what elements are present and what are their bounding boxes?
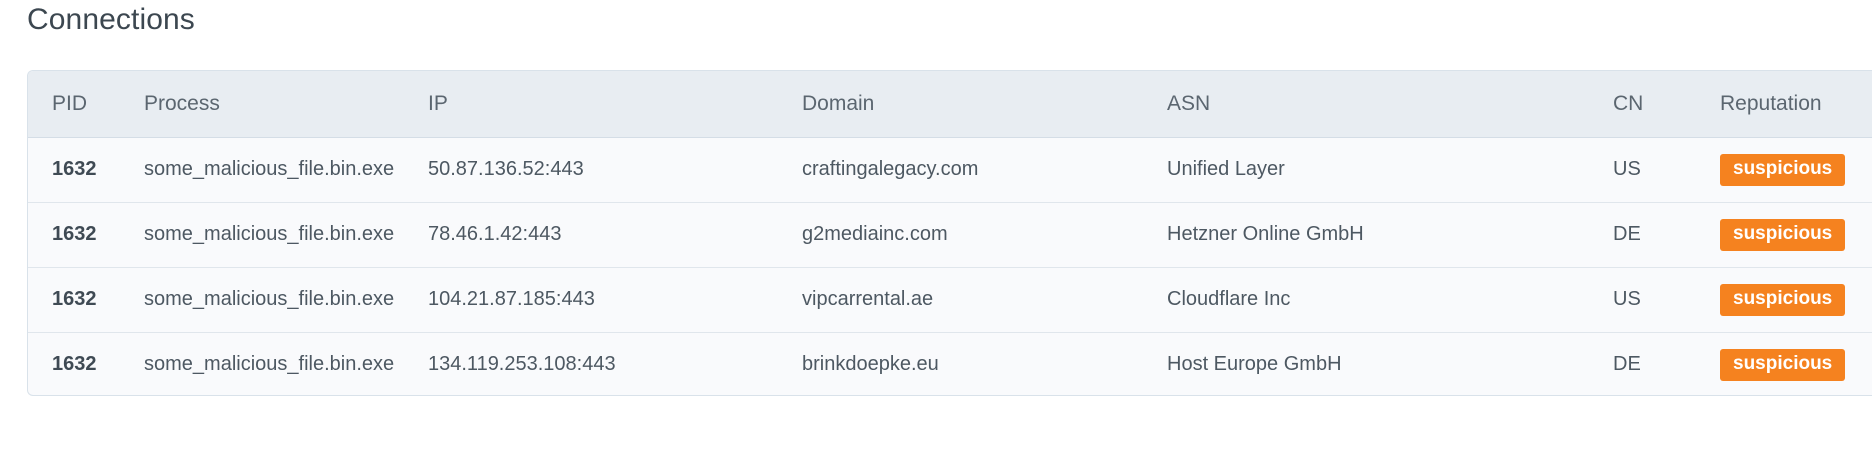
column-header-asn[interactable]: ASN bbox=[1167, 71, 1613, 138]
cell-reputation: suspicious bbox=[1720, 267, 1872, 332]
column-header-pid[interactable]: PID bbox=[28, 71, 144, 138]
cell-domain: craftingalegacy.com bbox=[802, 158, 979, 180]
cell-process: some_malicious_file.bin.exe bbox=[144, 223, 395, 245]
cell-domain: vipcarrental.ae bbox=[802, 288, 934, 310]
cell-country: DE bbox=[1613, 223, 1641, 245]
cell-reputation: suspicious bbox=[1720, 137, 1872, 202]
column-header-ip[interactable]: IP bbox=[428, 71, 802, 138]
cell-process: some_malicious_file.bin.exe bbox=[144, 353, 395, 376]
connections-table-card: PID Process IP Domain ASN CN Reputation … bbox=[27, 70, 1872, 396]
table-header-row: PID Process IP Domain ASN CN Reputation bbox=[28, 71, 1872, 138]
section-title: Connections bbox=[27, 3, 195, 36]
column-header-reputation[interactable]: Reputation bbox=[1720, 71, 1872, 138]
cell-asn: Hetzner Online GmbH bbox=[1167, 223, 1364, 245]
cell-asn: Host Europe GmbH bbox=[1167, 353, 1342, 376]
cell-domain: brinkdoepke.eu bbox=[802, 353, 939, 376]
reputation-badge: suspicious bbox=[1720, 283, 1846, 316]
cell-reputation: suspicious bbox=[1720, 332, 1872, 395]
cell-pid: 1632 bbox=[52, 353, 97, 376]
cell-country: US bbox=[1613, 158, 1641, 180]
table-row[interactable]: 1632 some_malicious_file.bin.exe 78.46.1… bbox=[28, 202, 1872, 267]
cell-asn: Cloudflare Inc bbox=[1167, 288, 1291, 310]
cell-domain: g2mediainc.com bbox=[802, 223, 948, 245]
cell-country: DE bbox=[1613, 353, 1641, 376]
cell-process: some_malicious_file.bin.exe bbox=[144, 288, 395, 310]
cell-ip: 78.46.1.42:443 bbox=[428, 223, 562, 245]
table-row[interactable]: 1632 some_malicious_file.bin.exe 104.21.… bbox=[28, 267, 1872, 332]
cell-reputation: suspicious bbox=[1720, 202, 1872, 267]
connections-table: PID Process IP Domain ASN CN Reputation … bbox=[28, 71, 1872, 395]
reputation-badge: suspicious bbox=[1720, 348, 1846, 381]
column-header-cn[interactable]: CN bbox=[1613, 71, 1720, 138]
cell-ip: 134.119.253.108:443 bbox=[428, 353, 616, 376]
cell-pid: 1632 bbox=[52, 223, 97, 245]
cell-pid: 1632 bbox=[52, 158, 97, 180]
reputation-badge: suspicious bbox=[1720, 153, 1846, 186]
cell-ip: 104.21.87.185:443 bbox=[428, 288, 595, 310]
cell-country: US bbox=[1613, 288, 1641, 310]
column-header-process[interactable]: Process bbox=[144, 71, 428, 138]
table-row[interactable]: 1632 some_malicious_file.bin.exe 134.119… bbox=[28, 332, 1872, 395]
table-row[interactable]: 1632 some_malicious_file.bin.exe 50.87.1… bbox=[28, 137, 1872, 202]
cell-pid: 1632 bbox=[52, 288, 97, 310]
cell-ip: 50.87.136.52:443 bbox=[428, 158, 584, 180]
column-header-domain[interactable]: Domain bbox=[802, 71, 1167, 138]
reputation-badge: suspicious bbox=[1720, 218, 1846, 251]
cell-process: some_malicious_file.bin.exe bbox=[144, 158, 395, 180]
cell-asn: Unified Layer bbox=[1167, 158, 1285, 180]
